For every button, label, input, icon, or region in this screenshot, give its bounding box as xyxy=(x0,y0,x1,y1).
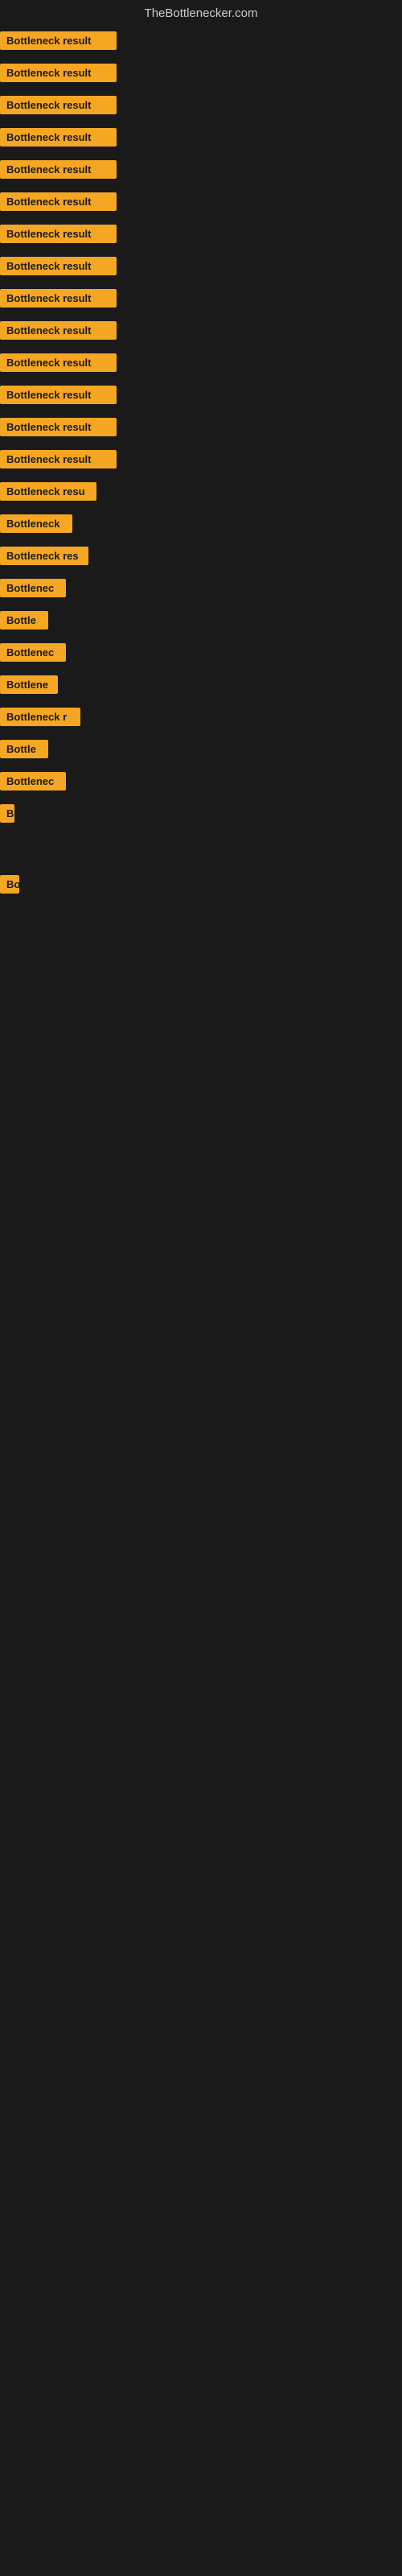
site-header: TheBottlenecker.com xyxy=(0,0,402,23)
bottleneck-badge[interactable]: Bottleneck result xyxy=(0,353,117,372)
bottleneck-badge[interactable]: Bottle xyxy=(0,611,48,630)
list-item: Bottleneck result xyxy=(0,27,402,59)
bottleneck-badge[interactable]: Bottleneck result xyxy=(0,289,117,308)
list-item: Bottleneck result xyxy=(0,316,402,349)
bottleneck-badge[interactable]: Bottleneck result xyxy=(0,192,117,211)
list-item xyxy=(0,841,402,851)
list-item xyxy=(0,931,402,941)
list-item: Bottle xyxy=(0,606,402,638)
list-item xyxy=(0,922,402,931)
list-item: Bottleneck result xyxy=(0,155,402,188)
list-item: Bottleneck result xyxy=(0,349,402,381)
bottleneck-badge[interactable]: Bottleneck r xyxy=(0,708,80,726)
list-item: Bottleneck result xyxy=(0,413,402,445)
bottleneck-badge[interactable]: Bottleneck result xyxy=(0,321,117,340)
list-item xyxy=(0,902,402,912)
bottleneck-badge[interactable]: Bottleneck result xyxy=(0,31,117,50)
bottleneck-badge[interactable]: Bottleneck result xyxy=(0,64,117,82)
list-item: Bottleneck xyxy=(0,510,402,542)
bottleneck-badge[interactable]: Bottlenec xyxy=(0,579,66,597)
list-item: Bottleneck resu xyxy=(0,477,402,510)
list-item xyxy=(0,832,402,841)
list-item: Bottleneck r xyxy=(0,703,402,735)
list-item: Bottleneck result xyxy=(0,91,402,123)
list-item xyxy=(0,861,402,870)
bottleneck-badge[interactable]: Bottleneck result xyxy=(0,160,117,179)
bottleneck-badge[interactable]: Bottlene xyxy=(0,675,58,694)
list-item xyxy=(0,951,402,960)
bottleneck-badge[interactable]: B xyxy=(0,804,14,823)
list-item: Bottlenec xyxy=(0,574,402,606)
list-item: Bo xyxy=(0,870,402,902)
list-item: Bottle xyxy=(0,735,402,767)
bottleneck-badge[interactable]: Bottleneck result xyxy=(0,128,117,147)
bottleneck-items-container: Bottleneck result Bottleneck result Bottle… xyxy=(0,23,402,960)
bottleneck-badge[interactable]: Bottleneck res xyxy=(0,547,88,565)
list-item: Bottleneck result xyxy=(0,381,402,413)
list-item xyxy=(0,941,402,951)
bottleneck-badge[interactable]: Bo xyxy=(0,875,19,894)
bottleneck-badge[interactable]: Bottlenec xyxy=(0,643,66,662)
list-item xyxy=(0,851,402,861)
list-item: Bottleneck result xyxy=(0,59,402,91)
bottleneck-badge[interactable]: Bottleneck result xyxy=(0,225,117,243)
site-title: TheBottlenecker.com xyxy=(145,6,258,20)
bottleneck-badge[interactable]: Bottle xyxy=(0,740,48,758)
bottleneck-badge[interactable]: Bottleneck result xyxy=(0,96,117,114)
list-item xyxy=(0,912,402,922)
list-item: B xyxy=(0,799,402,832)
bottleneck-badge[interactable]: Bottleneck result xyxy=(0,257,117,275)
bottleneck-badge[interactable]: Bottleneck xyxy=(0,514,72,533)
bottleneck-badge[interactable]: Bottleneck result xyxy=(0,386,117,404)
bottleneck-badge[interactable]: Bottleneck resu xyxy=(0,482,96,501)
bottleneck-badge[interactable]: Bottleneck result xyxy=(0,450,117,469)
list-item: Bottleneck result xyxy=(0,188,402,220)
list-item: Bottleneck result xyxy=(0,445,402,477)
list-item: Bottlene xyxy=(0,671,402,703)
list-item: Bottlenec xyxy=(0,638,402,671)
list-item: Bottleneck result xyxy=(0,220,402,252)
list-item: Bottleneck result xyxy=(0,123,402,155)
list-item: Bottleneck res xyxy=(0,542,402,574)
list-item: Bottleneck result xyxy=(0,284,402,316)
list-item: Bottlenec xyxy=(0,767,402,799)
bottleneck-badge[interactable]: Bottleneck result xyxy=(0,418,117,436)
bottleneck-badge[interactable]: Bottlenec xyxy=(0,772,66,791)
list-item: Bottleneck result xyxy=(0,252,402,284)
